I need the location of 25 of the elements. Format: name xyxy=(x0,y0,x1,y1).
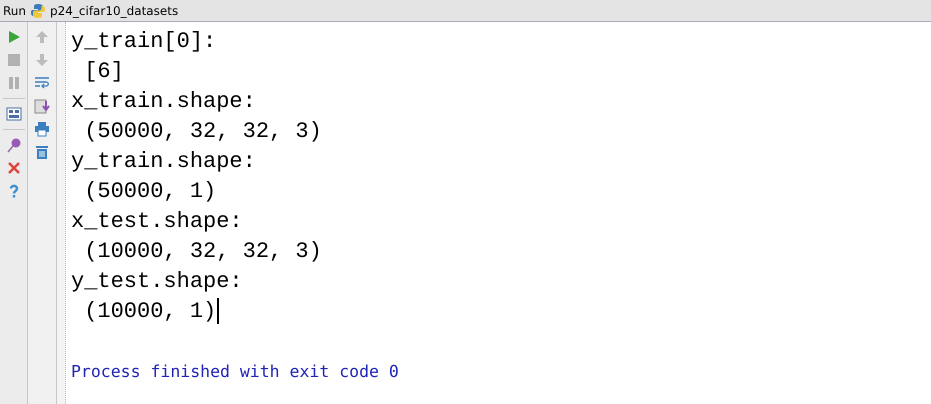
pin-icon xyxy=(6,137,22,153)
close-icon xyxy=(6,160,22,176)
layout-icon xyxy=(6,106,22,122)
output-line: [6] xyxy=(83,58,124,84)
up-arrow-icon xyxy=(34,29,50,45)
soft-wrap-icon xyxy=(34,75,50,91)
trash-icon xyxy=(34,144,50,160)
stop-icon xyxy=(6,52,22,68)
python-logo-icon xyxy=(30,2,46,18)
output-line: (50000, 1) xyxy=(83,178,216,204)
output-line: (50000, 32, 32, 3) xyxy=(83,118,322,144)
output-line: (10000, 32, 32, 3) xyxy=(83,238,322,264)
scroll-to-end-icon xyxy=(34,98,50,114)
output-line: y_train[0]: xyxy=(71,28,216,54)
output-line: x_test.shape: xyxy=(71,208,243,234)
print-icon xyxy=(34,121,50,137)
panel-title: Run xyxy=(3,4,26,18)
output-line: x_train.shape: xyxy=(71,88,256,114)
output-line: y_test.shape: xyxy=(71,268,243,294)
down-arrow-icon xyxy=(34,52,50,68)
process-exit-message: Process finished with exit code 0 xyxy=(71,362,399,380)
output-line: y_train.shape: xyxy=(71,148,256,174)
output-line: (10000, 1) xyxy=(83,298,216,324)
print-button[interactable] xyxy=(32,119,52,139)
run-configuration-name: p24_cifar10_datasets xyxy=(50,4,178,18)
